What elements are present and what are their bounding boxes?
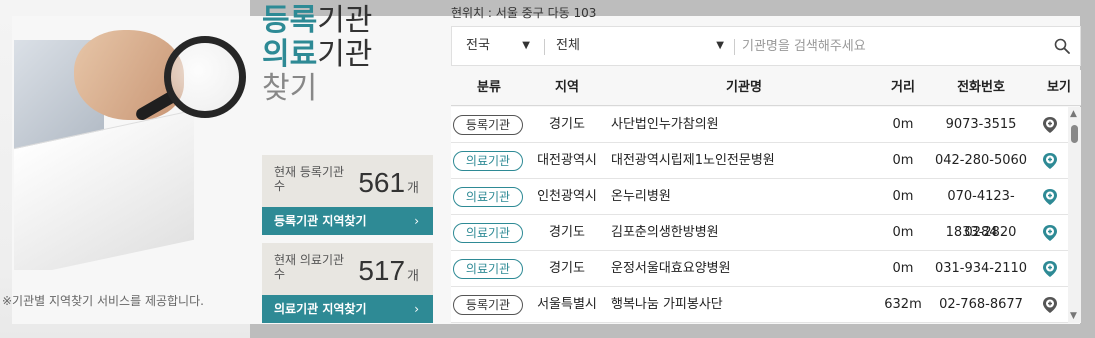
cell-region: 경기도 — [549, 117, 585, 132]
caret-down-icon: ▼ — [522, 40, 530, 51]
registered-region-search-button[interactable]: 등록기관 지역찾기 › — [262, 207, 433, 235]
page-title: 등록기관 의료기관 찾기 — [262, 4, 373, 105]
cell-name: 김포춘의생한방병원 — [611, 225, 719, 240]
registered-count-label: 현재 등록기관수 — [274, 165, 345, 193]
cell-phone: 070-4123-0284 — [947, 189, 1015, 240]
table-row[interactable]: 의료기관 인천광역시 온누리병원 0m 070-4123-0284 — [451, 179, 1068, 240]
search-bar: 전국 ▼ 전체 ▼ — [451, 26, 1081, 66]
scroll-up-icon[interactable]: ▲ — [1070, 109, 1077, 119]
header-phone: 전화번호 — [957, 80, 1005, 95]
chevron-right-icon: › — [414, 302, 419, 316]
divider — [734, 39, 735, 55]
header-type: 분류 — [477, 80, 501, 95]
medical-region-search-button[interactable]: 의료기관 지역찾기 › — [262, 295, 433, 323]
medical-count-label: 현재 의료기관수 — [274, 253, 345, 281]
table-row[interactable]: 등록기관 경기도 사단법인누가참의원 0m 9073-3515 — [451, 107, 1068, 143]
magnifier-lens — [164, 36, 246, 118]
registered-count: 561 개 — [358, 167, 419, 198]
cell-region: 경기도 — [549, 261, 585, 276]
search-input[interactable] — [742, 27, 1042, 65]
cell-region: 인천광역시 — [537, 189, 597, 204]
cell-name: 운정서울대효요양병원 — [611, 261, 731, 276]
cell-phone: 1833-2820 — [945, 225, 1017, 240]
cell-region: 서울특별시 — [537, 297, 597, 312]
scroll-down-icon[interactable]: ▼ — [1070, 311, 1077, 321]
cell-name: 대전광역시립제1노인전문병원 — [611, 153, 775, 168]
type-badge: 의료기관 — [453, 259, 523, 279]
map-pin-plus-icon[interactable] — [1041, 224, 1059, 242]
page-frame: ※기관별 지역찾기 서비스를 제공합니다. 등록기관 의료기관 찾기 현재 등록… — [0, 0, 1095, 338]
table-body: 등록기관 경기도 사단법인누가참의원 0m 9073-3515 의료기관 대전광역시 대전광역… — [451, 107, 1081, 323]
hero-photo-magnifier — [14, 0, 250, 270]
table-row[interactable]: 의료기관 경기도 운정서울대효요양병원 0m 031-934-2110 — [451, 251, 1068, 287]
type-badge: 의료기관 — [453, 223, 523, 243]
map-pin-plus-icon[interactable] — [1041, 188, 1059, 206]
cell-distance: 0m — [892, 117, 914, 132]
cell-phone: 031-934-2110 — [934, 261, 1028, 276]
header-view: 보기 — [1047, 80, 1071, 95]
cell-distance: 632m — [884, 297, 922, 312]
medical-count-box: 현재 의료기관수 517 개 — [262, 243, 433, 295]
service-note: ※기관별 지역찾기 서비스를 제공합니다. — [2, 294, 204, 308]
cell-distance: 0m — [892, 153, 914, 168]
table-header: 분류 지역 기관명 거리 전화번호 보기 — [451, 70, 1081, 106]
map-pin-plus-icon[interactable] — [1041, 116, 1059, 134]
cell-distance: 0m — [892, 225, 914, 240]
region-select[interactable]: 전국 ▼ — [466, 27, 530, 65]
table-row[interactable]: 의료기관 대전광역시 대전광역시립제1노인전문병원 0m 042-280-5060 — [451, 143, 1068, 179]
cell-phone: 02-768-8677 — [939, 297, 1023, 312]
table-scrollbar[interactable]: ▲ ▼ — [1068, 107, 1081, 323]
scroll-thumb[interactable] — [1071, 125, 1078, 143]
chevron-right-icon: › — [414, 214, 419, 228]
type-badge: 의료기관 — [453, 187, 523, 207]
header-name: 기관명 — [726, 80, 762, 95]
type-badge: 의료기관 — [453, 151, 523, 171]
search-icon[interactable] — [1054, 38, 1070, 54]
map-pin-plus-icon[interactable] — [1041, 260, 1059, 278]
header-distance: 거리 — [891, 80, 915, 95]
cell-distance: 0m — [892, 261, 914, 276]
table-row[interactable]: 등록기관 서울특별시 행복나눔 가피봉사단 632m 02-768-8677 — [451, 287, 1068, 323]
cell-name: 행복나눔 가피봉사단 — [611, 297, 723, 312]
registered-count-box: 현재 등록기관수 561 개 — [262, 155, 433, 207]
cell-distance: 0m — [892, 189, 914, 204]
cell-phone: 042-280-5060 — [934, 153, 1028, 168]
category-select[interactable]: 전체 ▼ — [556, 27, 724, 65]
map-pin-plus-icon[interactable] — [1041, 152, 1059, 170]
type-badge: 등록기관 — [453, 295, 523, 315]
current-location: 현위치 : 서울 중구 다동 103 — [451, 6, 597, 20]
cell-region: 경기도 — [549, 225, 585, 240]
cell-name: 온누리병원 — [611, 189, 671, 204]
caret-down-icon: ▼ — [716, 40, 724, 51]
map-pin-plus-icon[interactable] — [1041, 296, 1059, 314]
medical-count: 517 개 — [358, 255, 419, 286]
header-region: 지역 — [555, 80, 579, 95]
type-badge: 등록기관 — [453, 115, 523, 135]
table-row[interactable]: 의료기관 경기도 김포춘의생한방병원 0m 1833-2820 — [451, 215, 1068, 251]
cell-phone: 9073-3515 — [945, 117, 1017, 132]
divider — [544, 39, 545, 55]
cell-name: 사단법인누가참의원 — [611, 117, 719, 132]
cell-region: 대전광역시 — [537, 153, 597, 168]
